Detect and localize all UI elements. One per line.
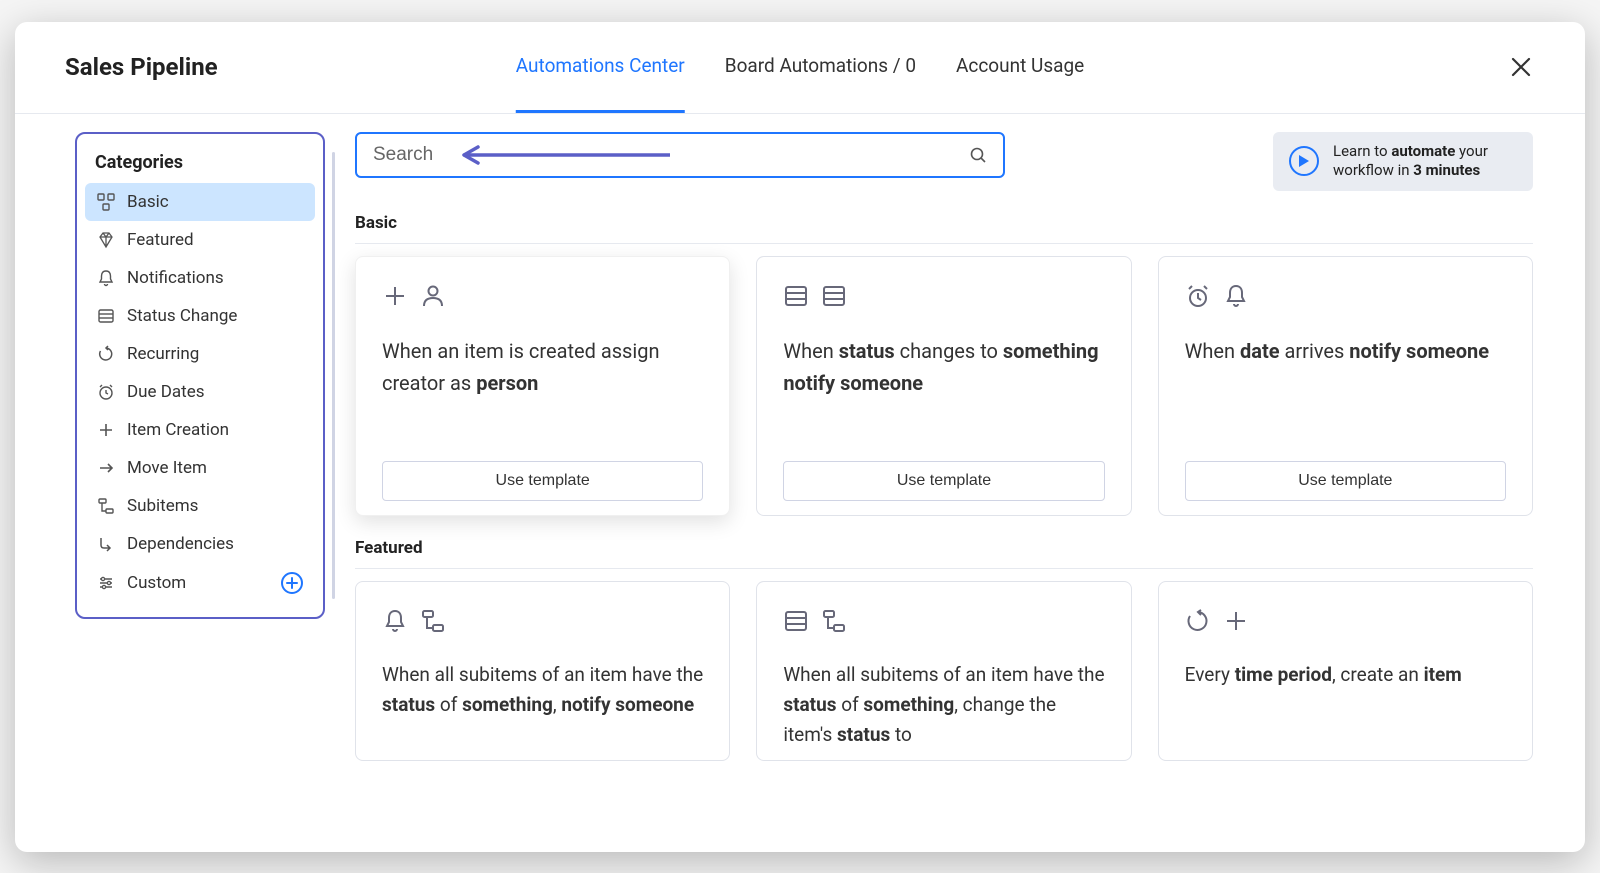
- alarm-icon: [1185, 283, 1211, 309]
- sidebar-item-basic[interactable]: Basic: [85, 183, 315, 221]
- sidebar-item-move-item[interactable]: Move Item: [85, 449, 315, 487]
- sidebar-item-label: Subitems: [127, 496, 198, 516]
- sidebar-item-due-dates[interactable]: Due Dates: [85, 373, 315, 411]
- search-input[interactable]: [373, 144, 969, 166]
- list-icon: [783, 608, 809, 634]
- section-heading-featured: Featured: [355, 538, 1533, 569]
- close-icon: [1510, 56, 1532, 78]
- list-icon: [783, 283, 809, 309]
- use-template-button[interactable]: Use template: [382, 461, 703, 501]
- automation-description: When an item is created assign creator a…: [382, 335, 703, 447]
- add-custom-button[interactable]: [281, 572, 303, 594]
- categories-heading: Categories: [85, 148, 315, 183]
- sidebar-item-label: Notifications: [127, 268, 224, 288]
- search-icon: [969, 146, 987, 164]
- list-icon: [821, 283, 847, 309]
- page-title: Sales Pipeline: [65, 53, 218, 81]
- sidebar-item-label: Due Dates: [127, 382, 205, 402]
- tab-automations-center[interactable]: Automations Center: [516, 22, 685, 113]
- learn-tip-box[interactable]: Learn to automate your workflow in 3 min…: [1273, 132, 1533, 191]
- bell-icon: [1223, 283, 1249, 309]
- automation-card[interactable]: When all subitems of an item have the st…: [756, 581, 1131, 761]
- bell-icon: [97, 269, 115, 287]
- learn-tip-text: Learn to automate your workflow in 3 min…: [1333, 142, 1517, 181]
- sidebar-item-label: Item Creation: [127, 420, 229, 440]
- sidebar-item-subitems[interactable]: Subitems: [85, 487, 315, 525]
- categories-sidebar: Categories Basic Featured Notifications …: [75, 132, 325, 619]
- section-heading-basic: Basic: [355, 213, 1533, 244]
- play-icon: [1289, 146, 1319, 176]
- dependencies-icon: [97, 535, 115, 553]
- plus-icon: [286, 577, 298, 589]
- recurring-icon: [1185, 608, 1211, 634]
- diamond-icon: [97, 231, 115, 249]
- automation-description: When date arrives notify someone: [1185, 335, 1506, 447]
- tab-board-automations[interactable]: Board Automations / 0: [725, 22, 916, 113]
- subitems-icon: [97, 497, 115, 515]
- bell-icon: [382, 608, 408, 634]
- sidebar-item-status-change[interactable]: Status Change: [85, 297, 315, 335]
- plus-icon: [97, 421, 115, 439]
- automation-card[interactable]: When status changes to something notify …: [756, 256, 1131, 516]
- sidebar-item-label: Move Item: [127, 458, 207, 478]
- subitems-icon: [420, 608, 446, 634]
- sidebar-item-dependencies[interactable]: Dependencies: [85, 525, 315, 563]
- sidebar-item-item-creation[interactable]: Item Creation: [85, 411, 315, 449]
- sidebar-item-label: Status Change: [127, 306, 237, 326]
- plus-icon: [382, 283, 408, 309]
- sidebar-item-featured[interactable]: Featured: [85, 221, 315, 259]
- grid-icon: [97, 193, 115, 211]
- arrow-right-icon: [97, 459, 115, 477]
- sidebar-item-custom[interactable]: Custom: [85, 563, 315, 603]
- automation-card[interactable]: When all subitems of an item have the st…: [355, 581, 730, 761]
- list-icon: [97, 307, 115, 325]
- recurring-icon: [97, 345, 115, 363]
- sliders-icon: [97, 574, 115, 592]
- sidebar-item-label: Custom: [127, 573, 186, 593]
- sidebar-scrollbar[interactable]: [332, 152, 335, 599]
- tabs: Automations Center Board Automations / 0…: [516, 22, 1084, 113]
- person-icon: [420, 283, 446, 309]
- use-template-button[interactable]: Use template: [1185, 461, 1506, 501]
- search-box[interactable]: [355, 132, 1005, 178]
- sidebar-item-label: Basic: [127, 192, 169, 212]
- automation-description: Every time period, create an item: [1185, 660, 1506, 756]
- sidebar-item-notifications[interactable]: Notifications: [85, 259, 315, 297]
- sidebar-item-label: Recurring: [127, 344, 199, 364]
- automation-description: When status changes to something notify …: [783, 335, 1104, 447]
- automation-card[interactable]: When date arrives notify someone Use tem…: [1158, 256, 1533, 516]
- plus-icon: [1223, 608, 1249, 634]
- automation-description: When all subitems of an item have the st…: [382, 660, 703, 756]
- automation-description: When all subitems of an item have the st…: [783, 660, 1104, 756]
- sidebar-item-label: Featured: [127, 230, 194, 250]
- tab-account-usage[interactable]: Account Usage: [956, 22, 1084, 113]
- automation-card[interactable]: When an item is created assign creator a…: [355, 256, 730, 516]
- close-button[interactable]: [1507, 53, 1535, 81]
- automation-card[interactable]: Every time period, create an item: [1158, 581, 1533, 761]
- use-template-button[interactable]: Use template: [783, 461, 1104, 501]
- sidebar-item-label: Dependencies: [127, 534, 234, 554]
- subitems-icon: [821, 608, 847, 634]
- sidebar-item-recurring[interactable]: Recurring: [85, 335, 315, 373]
- alarm-icon: [97, 383, 115, 401]
